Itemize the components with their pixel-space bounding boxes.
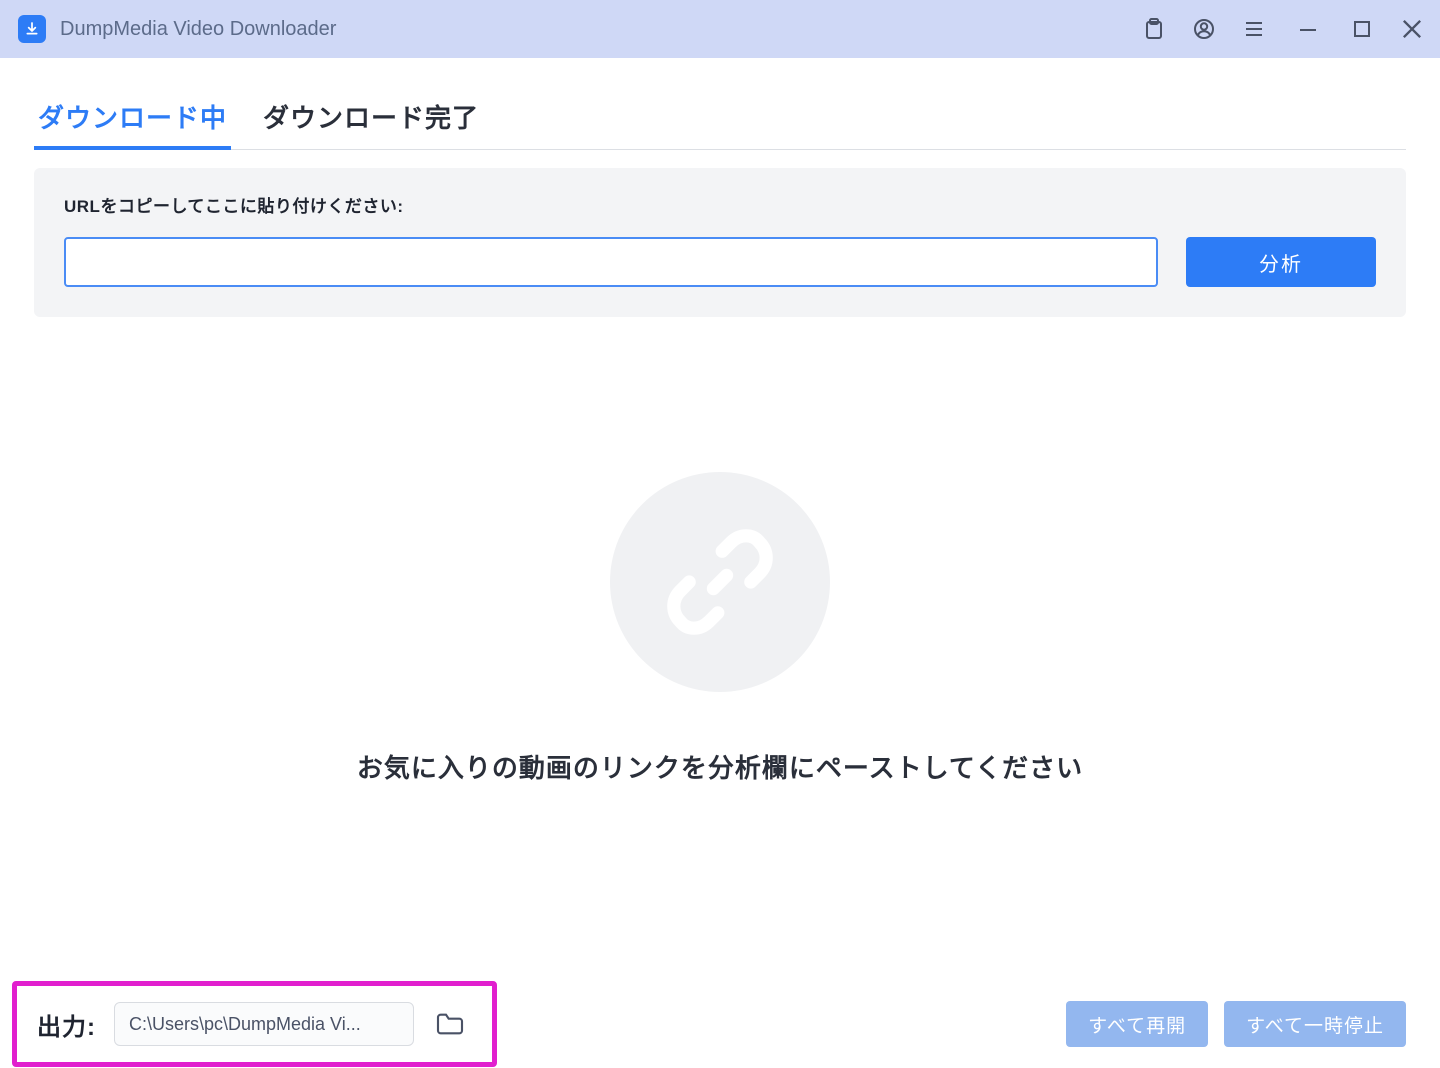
app-title: DumpMedia Video Downloader — [60, 18, 1140, 41]
content-area: ダウンロード中 ダウンロード完了 URLをコピーしてここに貼り付けください: 分… — [0, 58, 1440, 980]
tab-downloading[interactable]: ダウンロード中 — [34, 88, 231, 149]
empty-message: お気に入りの動画のリンクを分析欄にペーストしてください — [357, 748, 1083, 785]
output-label: 出力: — [37, 1007, 96, 1042]
menu-icon[interactable] — [1240, 15, 1268, 43]
account-icon[interactable] — [1190, 15, 1218, 43]
url-input-label: URLをコピーしてここに貼り付けください: — [64, 192, 1376, 217]
titlebar: DumpMedia Video Downloader — [0, 0, 1440, 58]
url-row: 分析 — [64, 237, 1376, 287]
titlebar-controls — [1140, 15, 1426, 43]
close-button[interactable] — [1398, 15, 1426, 43]
empty-state: お気に入りの動画のリンクを分析欄にペーストしてください — [34, 317, 1406, 980]
tabs: ダウンロード中 ダウンロード完了 — [34, 88, 1406, 150]
url-input[interactable] — [64, 237, 1158, 287]
analyze-button[interactable]: 分析 — [1186, 237, 1376, 287]
url-panel: URLをコピーしてここに貼り付けください: 分析 — [34, 168, 1406, 317]
tab-completed[interactable]: ダウンロード完了 — [259, 88, 483, 149]
link-icon — [610, 472, 830, 692]
browse-folder-button[interactable] — [428, 1002, 472, 1046]
app-logo-icon — [18, 15, 46, 43]
clipboard-icon[interactable] — [1140, 15, 1168, 43]
output-group: 出力: C:\Users\pc\DumpMedia Vi... — [12, 981, 497, 1067]
folder-icon — [434, 1008, 466, 1040]
footer: 出力: C:\Users\pc\DumpMedia Vi... すべて再開 すべ… — [0, 980, 1440, 1068]
resume-all-button[interactable]: すべて再開 — [1066, 1001, 1208, 1047]
output-path-field[interactable]: C:\Users\pc\DumpMedia Vi... — [114, 1002, 414, 1046]
pause-all-button[interactable]: すべて一時停止 — [1224, 1001, 1406, 1047]
minimize-button[interactable] — [1290, 15, 1326, 43]
maximize-button[interactable] — [1348, 15, 1376, 43]
